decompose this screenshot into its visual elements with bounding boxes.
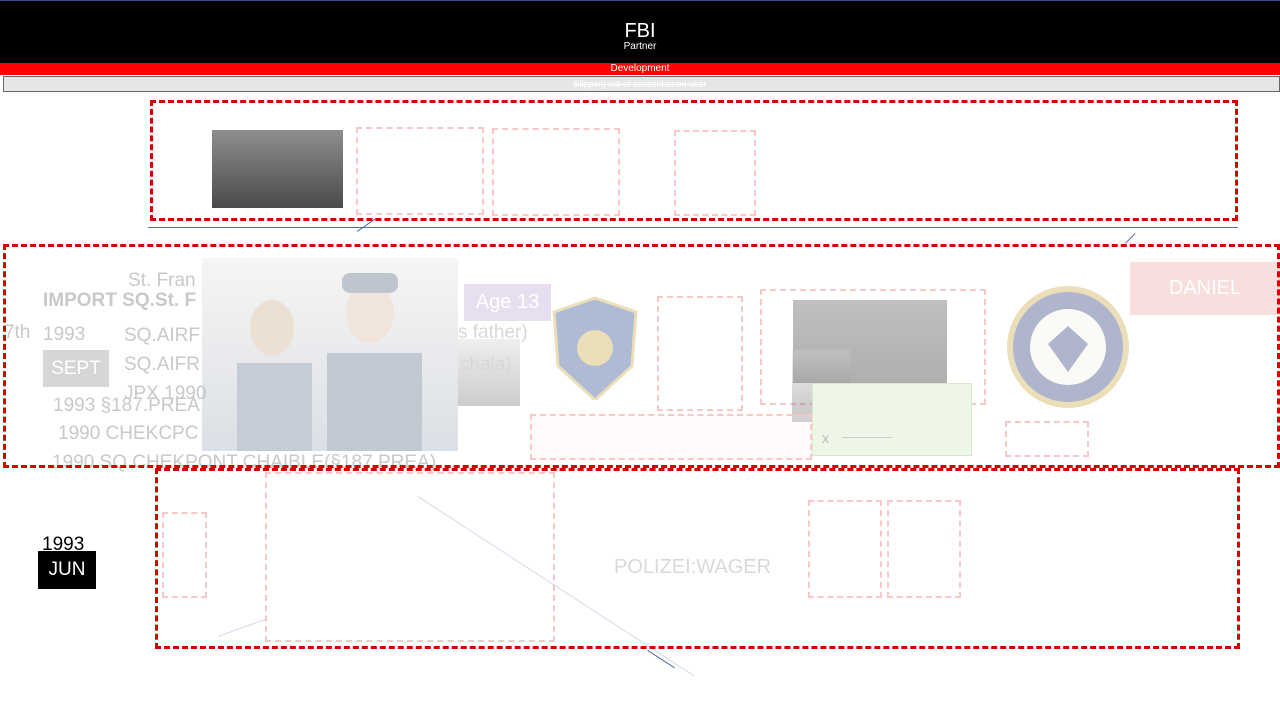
middle-frame[interactable] xyxy=(3,244,1280,468)
faded-frame-1[interactable] xyxy=(356,127,484,215)
divider-line xyxy=(148,227,1238,228)
faded-frame-9[interactable] xyxy=(808,500,882,598)
month-badge-jun[interactable]: JUN xyxy=(38,551,96,589)
faded-frame-7[interactable] xyxy=(162,512,207,598)
development-band-label: Development xyxy=(610,63,670,74)
connector-line xyxy=(1125,233,1136,244)
wager-label: POLIZEI:WAGER xyxy=(614,556,772,578)
status-strip-label: Slipping out of sactionhonon user xyxy=(573,79,707,89)
page-subtitle: Partner xyxy=(623,41,657,52)
group-photo[interactable] xyxy=(212,130,343,208)
page-title: FBI xyxy=(624,20,656,42)
faded-frame-2[interactable] xyxy=(492,128,620,216)
faded-frame-10[interactable] xyxy=(887,500,961,598)
faded-frame-3[interactable] xyxy=(674,130,756,216)
